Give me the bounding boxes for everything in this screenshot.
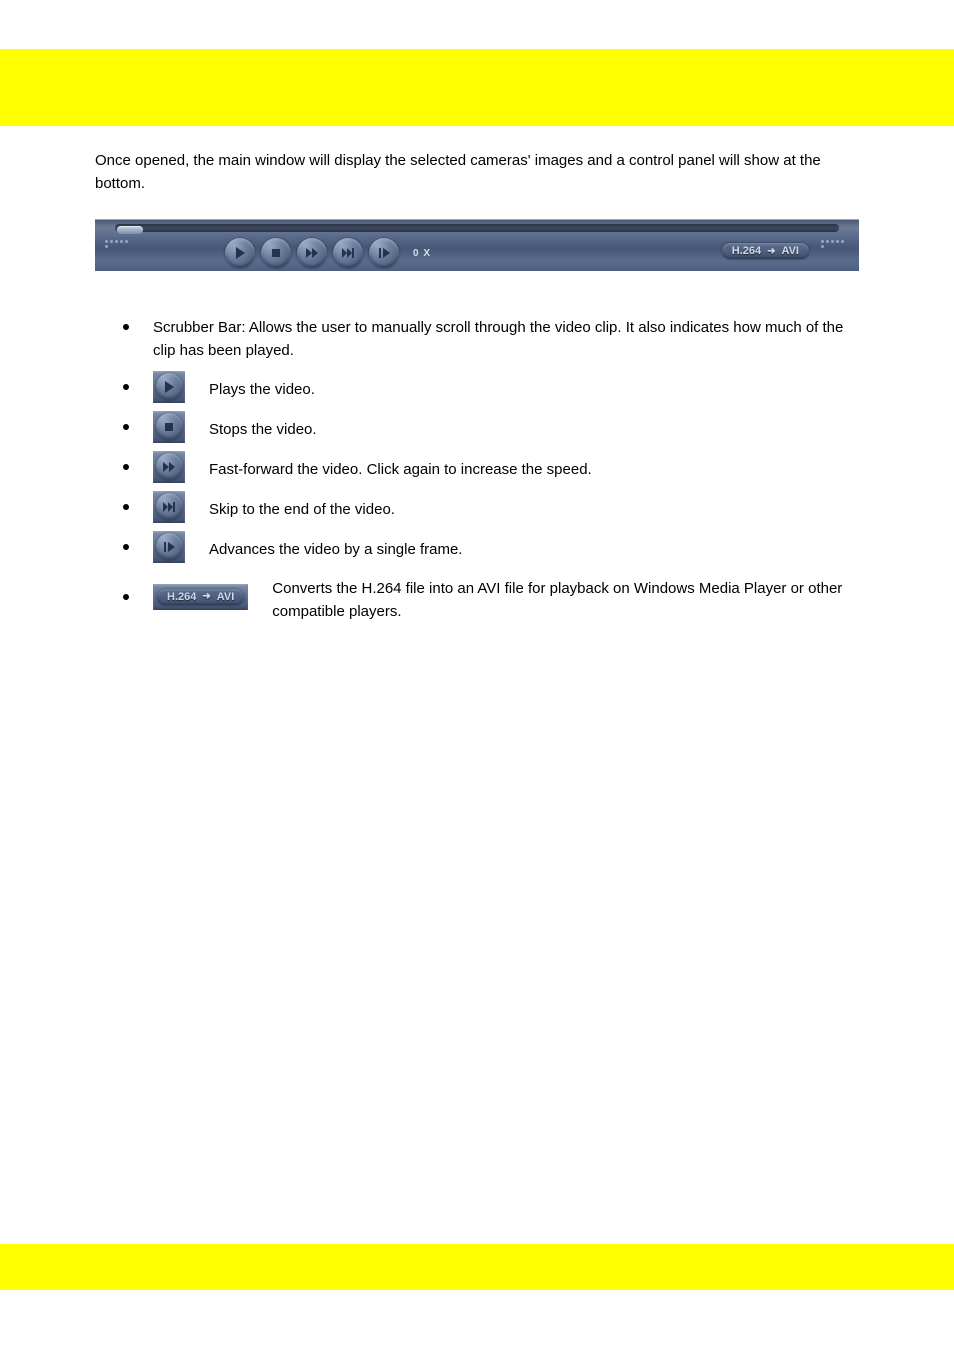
- codec-badge-sample: H.264 ➜ AVI: [153, 584, 248, 610]
- frame-step-icon: [377, 246, 391, 260]
- skip-end-button[interactable]: [333, 238, 363, 268]
- bullet-marker: [123, 464, 129, 470]
- codec-to-label: AVI: [217, 591, 235, 603]
- frame-step-icon-sample: [153, 531, 185, 563]
- list-item: Advances the video by a single frame.: [123, 531, 865, 563]
- list-item: Fast-forward the video. Click again to i…: [123, 451, 865, 483]
- skip-end-icon: [341, 246, 355, 260]
- arrow-right-icon: ➜: [767, 246, 775, 257]
- scrubber-track[interactable]: [115, 224, 839, 232]
- list-item: Scrubber Bar: Allows the user to manuall…: [123, 316, 865, 363]
- bullet-marker: [123, 594, 129, 600]
- list-item: Skip to the end of the video.: [123, 491, 865, 523]
- arrow-right-icon: ➜: [202, 591, 210, 602]
- scrubber-handle[interactable]: [117, 226, 143, 234]
- bullet-text: Converts the H.264 file into an AVI file…: [272, 571, 865, 624]
- bullet-marker: [123, 424, 129, 430]
- stop-icon: [269, 246, 283, 260]
- bullet-text: Scrubber Bar: Allows the user to manuall…: [153, 316, 865, 363]
- stop-icon: [162, 420, 176, 434]
- codec-to-label: AVI: [781, 245, 799, 257]
- stop-button[interactable]: [261, 238, 291, 268]
- play-icon: [162, 380, 176, 394]
- stop-icon-sample: [153, 411, 185, 443]
- bullet-text: Skip to the end of the video.: [209, 492, 395, 521]
- player-buttons: 0 X: [225, 238, 431, 268]
- bullet-marker: [123, 504, 129, 510]
- list-item: H.264 ➜ AVI Converts the H.264 file into…: [123, 571, 865, 624]
- content-block: Once opened, the main window will displa…: [95, 150, 865, 631]
- fast-forward-icon: [162, 460, 176, 474]
- bullet-text: Advances the video by a single frame.: [209, 532, 462, 561]
- play-button[interactable]: [225, 238, 255, 268]
- bullet-marker: [123, 384, 129, 390]
- codec-convert-button[interactable]: H.264 ➜ AVI: [722, 241, 809, 259]
- skip-end-icon-sample: [153, 491, 185, 523]
- frame-step-button[interactable]: [369, 238, 399, 268]
- player-control-panel: 0 X H.264 ➜ AVI: [95, 219, 859, 271]
- header-bar: [0, 49, 954, 126]
- skip-end-icon: [162, 500, 176, 514]
- play-icon-sample: [153, 371, 185, 403]
- bullet-list: Scrubber Bar: Allows the user to manuall…: [123, 316, 865, 623]
- footer-bar: [0, 1244, 954, 1290]
- list-item: Plays the video.: [123, 371, 865, 403]
- fast-forward-button[interactable]: [297, 238, 327, 268]
- fast-forward-icon: [305, 246, 319, 260]
- intro-text: Once opened, the main window will displa…: [95, 150, 865, 195]
- bullet-text: Fast-forward the video. Click again to i…: [209, 452, 592, 481]
- bullet-text: Plays the video.: [209, 372, 315, 401]
- bullet-marker: [123, 544, 129, 550]
- bullet-marker: [123, 324, 129, 330]
- bullet-text: Stops the video.: [209, 412, 317, 441]
- decor-dots-left: [105, 240, 129, 264]
- frame-step-icon: [162, 540, 176, 554]
- codec-from-label: H.264: [732, 245, 761, 257]
- playback-speed: 0 X: [413, 248, 431, 259]
- fast-forward-icon-sample: [153, 451, 185, 483]
- play-icon: [233, 246, 247, 260]
- codec-from-label: H.264: [167, 591, 196, 603]
- list-item: Stops the video.: [123, 411, 865, 443]
- decor-dots-right: [821, 240, 845, 264]
